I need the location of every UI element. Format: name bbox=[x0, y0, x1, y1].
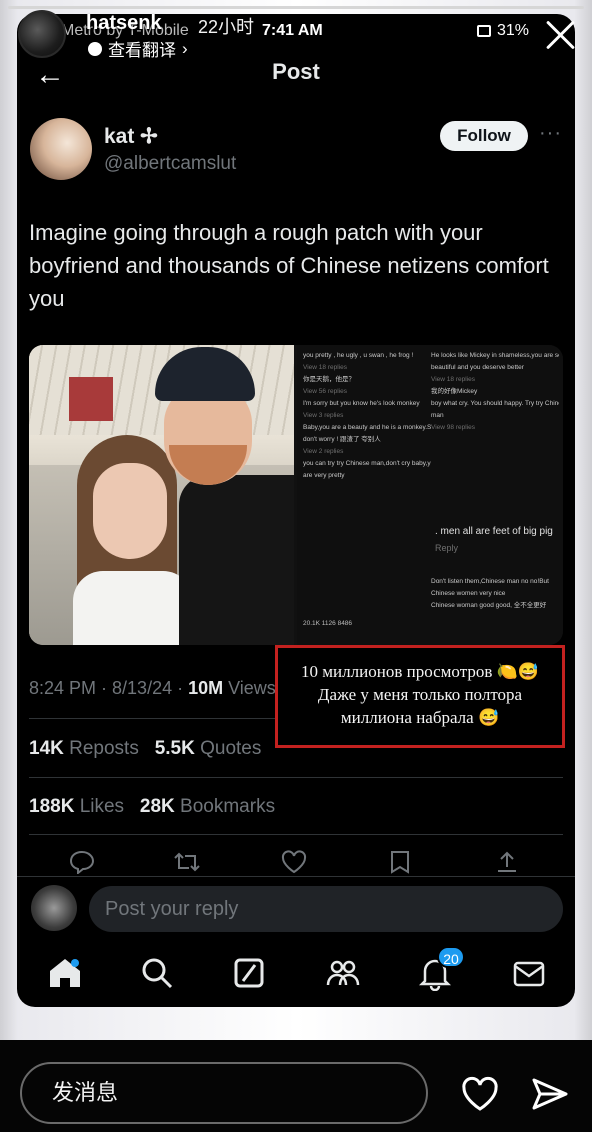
notifications-badge: 20 bbox=[437, 946, 465, 968]
comment-line: Baby,you are a beauty and he is a monkey… bbox=[303, 424, 431, 431]
story-progress-bar bbox=[8, 6, 584, 9]
translate-button[interactable]: 查看翻译 › bbox=[88, 36, 188, 61]
quotes-label: Quotes bbox=[194, 738, 262, 759]
comments-screenshot[interactable]: you pretty , he ugly , u swan , he frog … bbox=[297, 345, 563, 645]
annotation-line: 10 миллионов просмотров 🍋😅 bbox=[301, 662, 539, 681]
story-avatar[interactable] bbox=[18, 10, 66, 58]
comment-reply-label: Reply bbox=[435, 543, 459, 553]
comment-line: Don't listen them,Chinese man no no!But bbox=[431, 578, 549, 585]
translate-icon bbox=[88, 41, 102, 56]
story-timestamp: 22小时 bbox=[198, 17, 255, 37]
like-stats: 188K Likes 28K Bookmarks bbox=[29, 796, 275, 818]
battery-level: 31% bbox=[497, 22, 530, 39]
author-handle[interactable]: @albertcamslut bbox=[104, 153, 236, 175]
comment-line: View 3 replies bbox=[303, 412, 344, 419]
post-timestamp: 8:24 PM · 8/13/24 · 10M Views bbox=[29, 678, 276, 699]
repost-stats: 14K Reposts 5.5K Quotes bbox=[29, 738, 261, 760]
heart-icon[interactable] bbox=[460, 1074, 500, 1114]
comment-line: beautiful and you deserve better bbox=[431, 364, 524, 371]
reposts-count: 14K bbox=[29, 738, 64, 759]
communities-icon[interactable] bbox=[325, 955, 361, 991]
comment-line: boy what cry. You should happy. Try try … bbox=[431, 400, 559, 407]
comment-line: I'm sorry but you know he's look monkey bbox=[303, 400, 420, 407]
bookmarks-label: Bookmarks bbox=[174, 796, 276, 817]
reposts-link[interactable]: 14K Reposts bbox=[29, 738, 139, 759]
photo-billboard bbox=[69, 377, 113, 421]
quotes-count: 5.5K bbox=[154, 738, 195, 759]
comment-line: you pretty , he ugly , u swan , he frog … bbox=[303, 352, 414, 359]
photo-man-body bbox=[179, 475, 294, 645]
repost-icon[interactable] bbox=[173, 850, 201, 874]
search-icon[interactable] bbox=[139, 955, 175, 991]
comment-line: don't worry ! 跟渣了 夸别人 bbox=[303, 436, 381, 443]
author-avatar[interactable] bbox=[30, 118, 92, 180]
annotation-line: Даже у меня только полтора bbox=[317, 685, 523, 704]
annotation-line: миллиона набрала 😅 bbox=[340, 708, 500, 727]
comment-line: Chinese women very nice bbox=[431, 590, 506, 597]
comment-line: View 18 replies bbox=[431, 376, 475, 383]
bookmark-icon[interactable] bbox=[389, 850, 411, 874]
story-user-header[interactable]: hatsenk 22小时 查看翻译 › bbox=[18, 10, 278, 60]
comment-line: are very pretty bbox=[303, 472, 345, 479]
comment-line: He looks like Mickey in shameless,you ar… bbox=[431, 352, 559, 359]
reply-composer: Post your reply bbox=[17, 876, 575, 936]
reply-icon[interactable] bbox=[69, 850, 95, 874]
annotation-text: 10 миллионов просмотров 🍋😅 Даже у меня т… bbox=[278, 660, 562, 729]
reply-input[interactable]: Post your reply bbox=[89, 886, 563, 932]
like-icon[interactable] bbox=[281, 850, 307, 874]
grok-icon[interactable] bbox=[231, 955, 267, 991]
bookmarks-link[interactable]: 28K Bookmarks bbox=[140, 796, 275, 817]
comment-line: 我的好像Mickey bbox=[431, 388, 478, 395]
author-name[interactable]: kat ✢ bbox=[104, 124, 158, 149]
comment-line: View 98 replies bbox=[431, 424, 475, 431]
comment-line: 你是天鹅，他是？ bbox=[303, 376, 355, 383]
home-icon[interactable] bbox=[47, 955, 83, 991]
bottom-navigation: 20 bbox=[17, 946, 575, 999]
comment-line: you can try try Chinese man,don't cry ba… bbox=[303, 460, 431, 467]
tweet-text: Imagine going through a rough patch with… bbox=[29, 220, 549, 311]
more-options-icon[interactable]: ··· bbox=[539, 122, 562, 145]
photo-woman-face bbox=[93, 463, 167, 559]
reposts-label: Reposts bbox=[63, 738, 139, 759]
comment-line: man bbox=[431, 412, 444, 419]
page-title: Post bbox=[272, 59, 320, 84]
user-avatar[interactable] bbox=[31, 885, 77, 931]
likes-count: 188K bbox=[29, 796, 75, 817]
share-icon[interactable] bbox=[495, 850, 519, 874]
comment-line: View 56 replies bbox=[303, 388, 347, 395]
comments-left-column: you pretty , he ugly , u swan , he frog … bbox=[303, 351, 431, 639]
send-icon[interactable] bbox=[530, 1074, 570, 1114]
divider bbox=[29, 777, 563, 778]
messages-icon[interactable] bbox=[511, 955, 547, 991]
comment-line: View 2 replies bbox=[303, 448, 344, 455]
wifi-icon bbox=[477, 25, 491, 37]
couple-photo[interactable] bbox=[29, 345, 294, 645]
comment-line: Chinese woman good good, 全不全更好 bbox=[431, 602, 547, 609]
quotes-link[interactable]: 5.5K Quotes bbox=[155, 738, 262, 759]
likes-link[interactable]: 188K Likes bbox=[29, 796, 124, 817]
follow-button[interactable]: Follow bbox=[440, 121, 528, 151]
close-icon[interactable] bbox=[542, 16, 578, 52]
translate-label: 查看翻译 bbox=[108, 41, 176, 60]
views-label: Views bbox=[223, 678, 276, 698]
story-username[interactable]: hatsenk bbox=[86, 12, 162, 35]
divider bbox=[29, 834, 563, 835]
views-count: 10M bbox=[188, 678, 224, 698]
comments-right-column-lower: Don't listen them,Chinese man no no!But … bbox=[431, 577, 559, 637]
bookmarks-count: 28K bbox=[139, 796, 175, 817]
likes-label: Likes bbox=[74, 796, 125, 817]
highlighted-comment: . men all are feet of big pig bbox=[435, 526, 553, 537]
timestamp-text: 8:24 PM · 8/13/24 · bbox=[29, 678, 189, 698]
comment-stats: 20.1K 1126 8486 bbox=[303, 620, 353, 627]
post-screenshot: Metro by T-Mobile 7:41 AM 31% ← Post kat… bbox=[17, 14, 575, 1007]
photo-woman-body bbox=[73, 571, 193, 645]
chevron-right-icon: › bbox=[182, 38, 188, 58]
comment-line: View 18 replies bbox=[303, 364, 347, 371]
tweet-media[interactable]: you pretty , he ugly , u swan , he frog … bbox=[29, 345, 563, 645]
story-message-input[interactable]: 发消息 bbox=[20, 1062, 428, 1124]
story-text-annotation: 10 миллионов просмотров 🍋😅 Даже у меня т… bbox=[275, 645, 565, 748]
